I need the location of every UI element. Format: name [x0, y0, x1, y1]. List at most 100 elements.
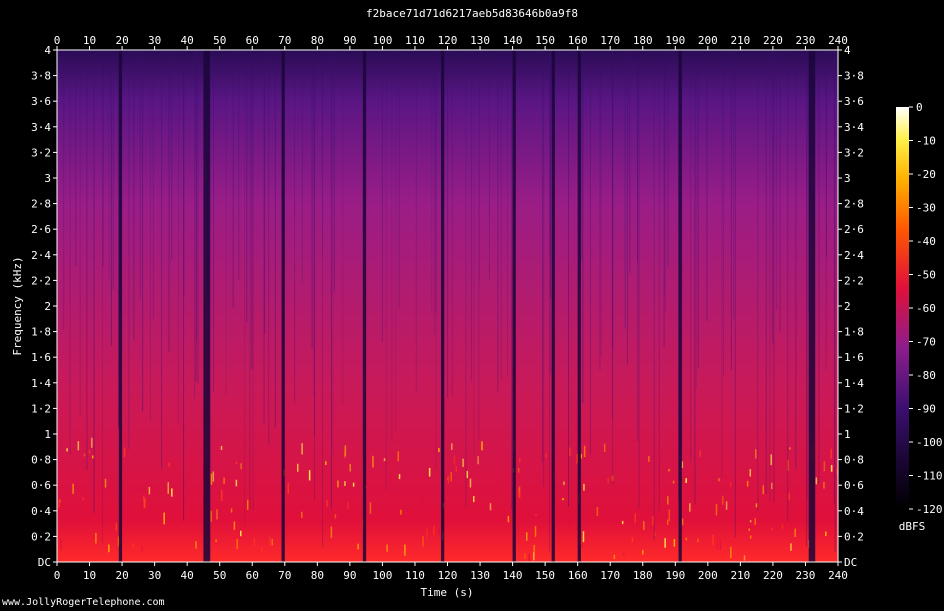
spectral-dark-line: [301, 50, 303, 284]
spectral-dark-line: [818, 50, 820, 484]
y-tick-label-left: 0·8: [31, 454, 51, 467]
spectral-dark-line: [433, 50, 435, 335]
spectral-streak: [88, 450, 91, 454]
colorbar-tick-label: -40: [916, 235, 936, 248]
spectral-streak: [755, 503, 758, 508]
spectral-streak: [255, 472, 257, 478]
spectral-streak: [372, 455, 374, 468]
spectral-streak: [167, 482, 170, 494]
spectral-streak: [524, 553, 526, 560]
spectral-streak: [583, 483, 585, 491]
spectral-dark-line: [589, 50, 591, 455]
spectral-streak: [716, 543, 719, 550]
spectral-dark-line: [473, 50, 475, 456]
spectral-dark-line: [431, 50, 433, 313]
x-tick-label-top: 70: [278, 34, 291, 47]
spectral-dark-line: [497, 50, 499, 393]
spectral-streak: [642, 549, 644, 555]
spectral-streak: [259, 508, 262, 511]
spectral-dark-line: [599, 50, 601, 371]
spectral-streak: [815, 443, 817, 452]
spectral-streak: [400, 509, 402, 515]
spectral-streak: [301, 511, 303, 518]
spectral-streak: [583, 445, 586, 458]
spectral-dark-line: [197, 50, 199, 384]
spectral-streak: [568, 518, 571, 527]
spectral-dark-line: [322, 50, 324, 548]
spectral-dark-line: [723, 50, 725, 377]
spectral-streak: [349, 463, 352, 472]
x-tick-label-bottom: 20: [115, 569, 128, 582]
x-tick-label-bottom: 180: [633, 569, 653, 582]
spectral-streak: [517, 468, 520, 473]
spectral-streak: [447, 475, 450, 484]
spectral-dark-line: [795, 50, 797, 469]
x-tick-label-bottom: 170: [600, 569, 620, 582]
spectral-streak: [337, 480, 339, 488]
spectral-streak: [825, 531, 827, 537]
spectral-streak: [369, 502, 372, 514]
silence-gap: [118, 50, 123, 562]
x-tick-label-bottom: 190: [665, 569, 685, 582]
spectral-dark-line: [500, 50, 502, 380]
y-tick-label-left: 2·6: [31, 223, 51, 236]
spectral-dark-line: [465, 50, 467, 507]
spectral-streak: [535, 513, 537, 517]
spectral-dark-line: [183, 50, 185, 295]
spectral-streak: [621, 520, 624, 525]
y-tick-label-right: 1·2: [844, 402, 864, 415]
spectral-dark-line: [210, 50, 212, 561]
spectral-dark-line: [194, 50, 196, 399]
x-tick-label-top: 150: [535, 34, 555, 47]
spectral-streak: [668, 468, 670, 472]
spectral-dark-line: [773, 50, 775, 502]
spectral-dark-line: [825, 50, 827, 257]
spectral-streak: [352, 482, 355, 487]
spectral-dark-line: [314, 50, 316, 501]
spectral-streak: [357, 543, 359, 550]
spectral-streak: [347, 501, 349, 509]
spectral-streak: [290, 454, 292, 459]
y-tick-label-left: 2: [44, 300, 51, 313]
spectral-streak: [481, 518, 483, 526]
spectral-streak: [569, 447, 571, 457]
spectral-streak: [623, 553, 625, 556]
x-tick-label-top: 50: [213, 34, 226, 47]
spectral-dark-line: [549, 50, 551, 375]
y-tick-label-left: 1·6: [31, 351, 51, 364]
spectral-streak: [672, 480, 675, 484]
spectral-dark-line: [833, 50, 835, 504]
spectral-streak: [685, 478, 687, 484]
y-tick-label-left: DC: [38, 556, 51, 569]
spectral-streak: [326, 499, 328, 507]
y-tick-label-right: 0·8: [844, 454, 864, 467]
y-tick-label-right: 0·2: [844, 530, 864, 543]
spectral-dark-line: [251, 50, 253, 370]
spectral-streak: [481, 441, 483, 451]
spectral-streak: [91, 437, 93, 448]
x-tick-label-top: 160: [568, 34, 588, 47]
spectral-streak: [518, 457, 521, 463]
x-tick-label-bottom: 50: [213, 569, 226, 582]
spectral-streak: [466, 470, 469, 479]
spectral-dark-line: [391, 50, 393, 442]
spectral-streak: [296, 463, 299, 472]
spectral-dark-line: [330, 50, 332, 509]
spectral-dark-line: [342, 50, 344, 405]
spectral-streak: [601, 476, 604, 481]
spectral-streak: [398, 474, 401, 480]
x-tick-label-top: 60: [246, 34, 259, 47]
colorbar-tick-label: -110: [916, 470, 943, 483]
spectral-streak: [748, 528, 750, 531]
spectral-streak: [725, 501, 728, 510]
spectral-streak: [301, 443, 303, 455]
spectral-streak: [426, 528, 428, 538]
spectral-streak: [754, 518, 756, 525]
spectral-streak: [507, 515, 510, 523]
silence-gap: [203, 50, 210, 562]
spectral-streak: [123, 447, 126, 458]
spectral-streak: [823, 482, 825, 489]
colorbar-tick-label: -120: [916, 503, 943, 516]
spectral-streak: [582, 531, 585, 543]
spectral-dark-line: [478, 50, 480, 440]
